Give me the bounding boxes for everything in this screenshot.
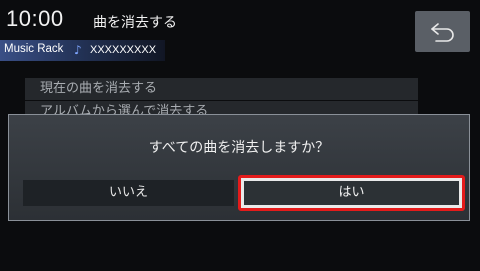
- yes-button-focus-frame: はい: [238, 175, 465, 211]
- back-arrow-icon: [430, 22, 454, 42]
- source-name: Music Rack: [4, 43, 64, 55]
- source-bar: Music Rack ♪ XXXXXXXXX: [0, 40, 165, 61]
- clock: 10:00: [6, 6, 64, 31]
- dialog-message: すべての曲を消去しますか？: [148, 140, 330, 156]
- yes-button[interactable]: はい: [244, 181, 459, 205]
- music-note-icon: ♪: [74, 43, 82, 57]
- no-button[interactable]: いいえ: [23, 180, 234, 206]
- screen-title: 曲を消去する: [93, 15, 177, 31]
- back-button[interactable]: [415, 11, 470, 52]
- track-title: XXXXXXXXX: [90, 44, 157, 56]
- menu-item-delete-current[interactable]: 現在の曲を消去する: [25, 78, 418, 100]
- confirm-dialog: すべての曲を消去しますか？ いいえ はい: [8, 114, 470, 221]
